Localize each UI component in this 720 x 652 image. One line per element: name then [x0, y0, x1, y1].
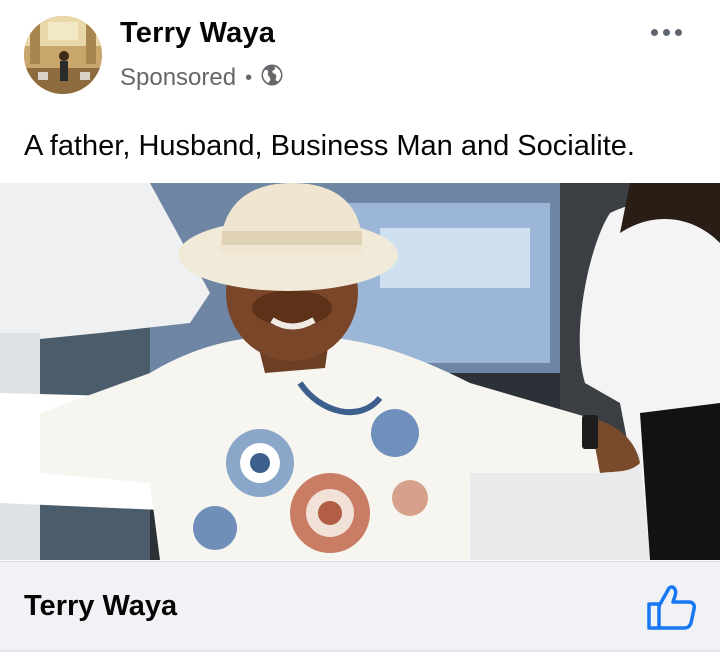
footer-page-name[interactable]: Terry Waya — [24, 590, 177, 623]
globe-icon — [260, 63, 284, 94]
like-page-button[interactable] — [645, 582, 697, 632]
thumbs-up-icon — [647, 585, 696, 630]
post-meta: Sponsored • — [120, 62, 284, 94]
post-photo[interactable] — [0, 183, 720, 560]
more-dot — [674, 28, 682, 36]
meta-separator: • — [245, 66, 253, 89]
post-header: Terry Waya Sponsored • — [0, 0, 720, 110]
more-options-button[interactable] — [646, 18, 686, 46]
author-name[interactable]: Terry Waya — [120, 17, 275, 50]
avatar[interactable] — [24, 16, 102, 94]
more-horizontal-icon — [650, 28, 658, 36]
avatar-image — [24, 16, 102, 94]
post-footer: Terry Waya — [0, 561, 720, 652]
more-dot — [662, 28, 670, 36]
photo-illustration — [0, 183, 720, 560]
post-caption: A father, Husband, Business Man and Soci… — [24, 130, 635, 162]
sponsored-label[interactable]: Sponsored — [120, 64, 236, 92]
